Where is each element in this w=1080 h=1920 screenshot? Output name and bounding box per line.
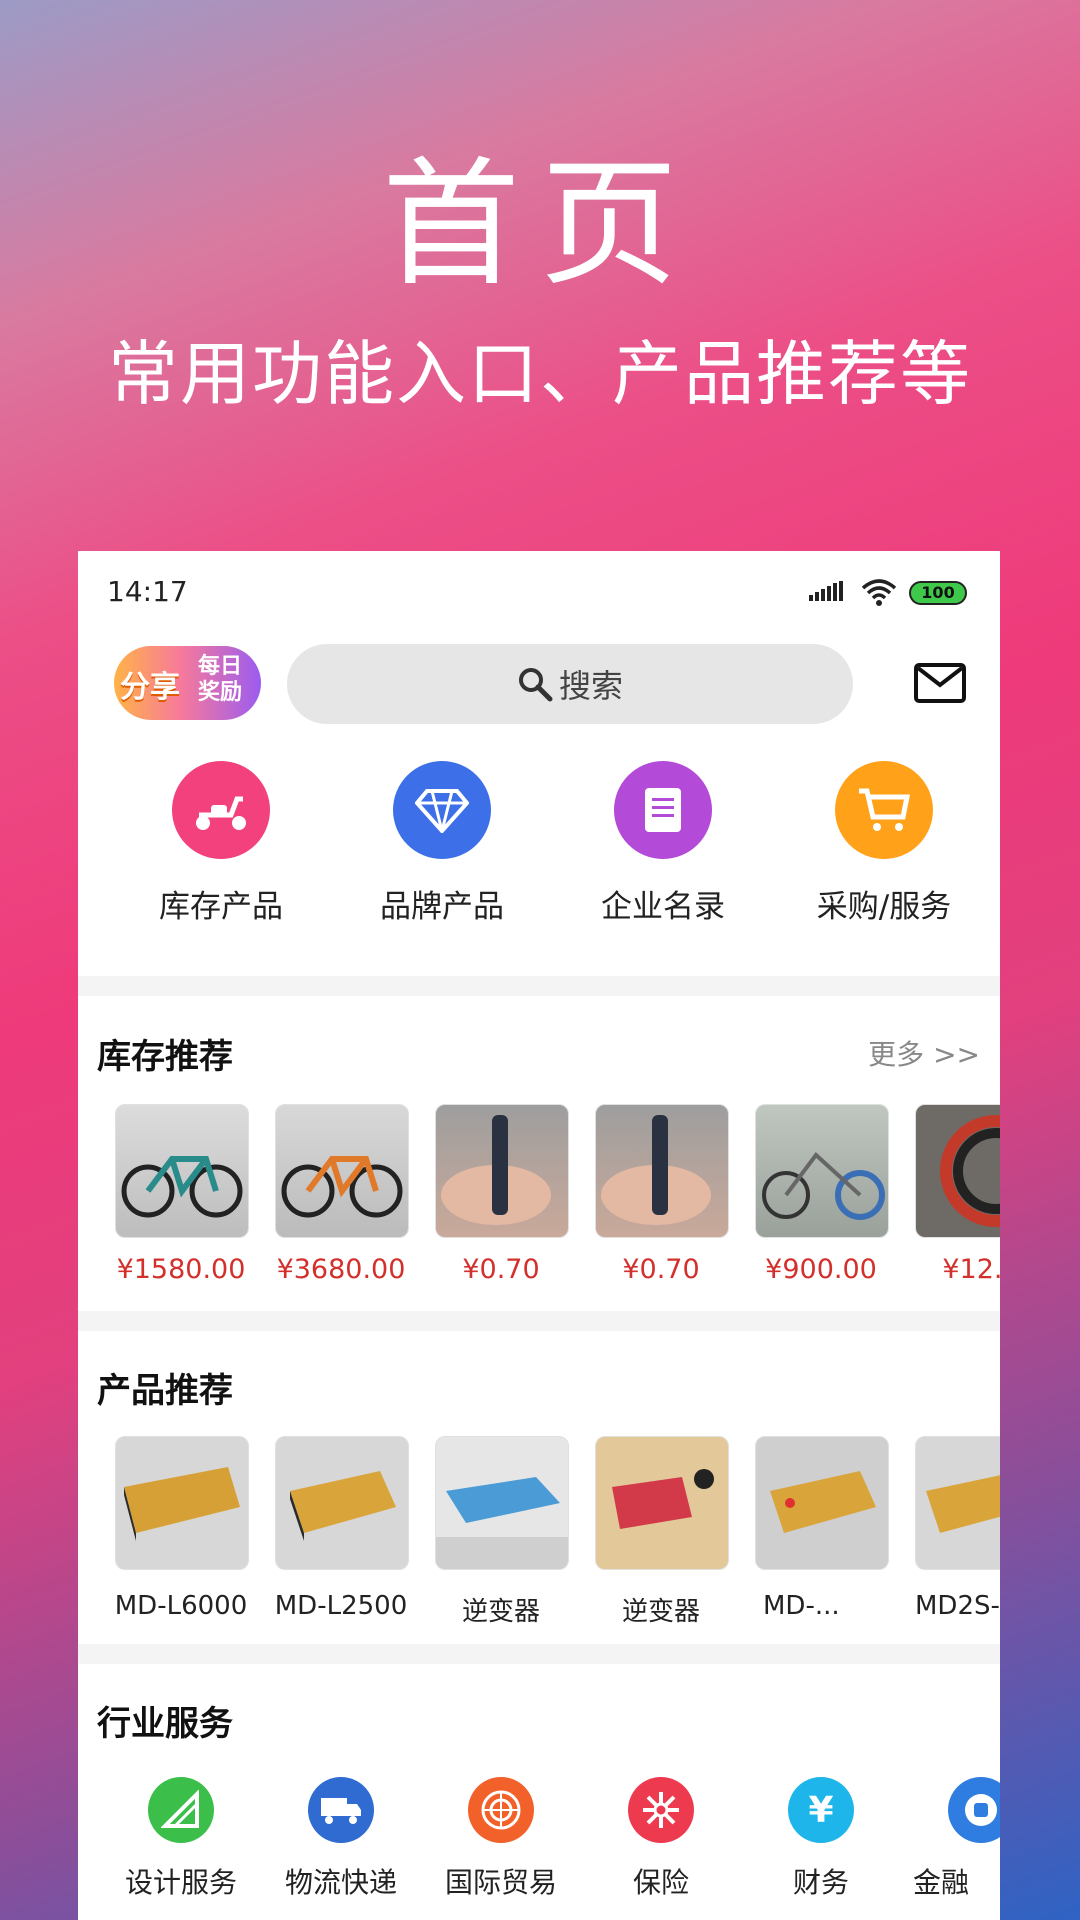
product-item-name: 逆变器 xyxy=(621,1597,700,1627)
search-bar[interactable]: 搜索 xyxy=(287,644,853,724)
yen-icon[interactable]: ¥ xyxy=(788,1777,854,1843)
inverter-gold-image xyxy=(124,1467,240,1541)
quick-entry-grid: 库存产品 品牌产品 企业名录 采购/服务 xyxy=(78,761,1000,961)
status-time: 14:17 xyxy=(107,575,188,608)
section-divider xyxy=(78,1311,1000,1331)
service-label: 金融 xyxy=(913,1866,970,1899)
inventory-item-image[interactable] xyxy=(435,1104,569,1238)
search-icon xyxy=(518,668,553,702)
service-label: 保险 xyxy=(632,1866,689,1899)
inventory-item-image[interactable] xyxy=(275,1104,409,1238)
inverter-red-image xyxy=(612,1469,714,1529)
status-bar: 14:17 100 xyxy=(78,551,1000,631)
service-label: 物流快递 xyxy=(284,1866,397,1899)
product-item-name: MD-... xyxy=(763,1591,840,1621)
inventory-item-image[interactable] xyxy=(115,1104,249,1238)
inventory-item-image[interactable] xyxy=(595,1104,729,1238)
promo-title: 首页 xyxy=(381,144,698,305)
clip-part-image xyxy=(601,1115,711,1225)
quick-entry-inventory[interactable]: 库存产品 xyxy=(121,761,321,926)
product-item-image[interactable] xyxy=(755,1436,889,1570)
services-section-title: 行业服务 xyxy=(97,1704,233,1744)
product-item-image[interactable] xyxy=(915,1436,1000,1570)
section-divider xyxy=(78,1644,1000,1664)
product-item-image[interactable] xyxy=(435,1436,569,1570)
search-placeholder: 搜索 xyxy=(558,667,623,705)
inventory-item-image[interactable] xyxy=(915,1104,1000,1238)
inverter-blue-image xyxy=(436,1477,568,1569)
product-item-image[interactable] xyxy=(595,1436,729,1570)
quick-entry-directory[interactable]: 企业名录 xyxy=(563,761,763,926)
service-label: 国际贸易 xyxy=(444,1866,557,1899)
quick-entry-label: 品牌产品 xyxy=(380,889,504,925)
bicycle-green-image xyxy=(121,1156,243,1218)
globe-icon[interactable] xyxy=(468,1777,534,1843)
product-item-name: MD-L2500 xyxy=(274,1591,408,1621)
diamond-icon xyxy=(393,761,491,859)
signal-icon xyxy=(809,581,843,601)
coin-icon[interactable] xyxy=(948,1777,1000,1843)
product-item-name: 逆变器 xyxy=(461,1597,540,1627)
service-label: 财务 xyxy=(792,1866,849,1899)
battery-indicator: 100 xyxy=(909,581,967,605)
share-label: 分享 xyxy=(120,670,180,705)
umbrella-icon[interactable] xyxy=(628,1777,694,1843)
mail-icon[interactable] xyxy=(914,663,966,703)
product-item-image[interactable] xyxy=(115,1436,249,1570)
inverter-gold-image xyxy=(290,1471,396,1541)
quick-entry-label: 采购/服务 xyxy=(816,889,952,925)
inventory-item-price: ¥0.70 xyxy=(462,1254,540,1285)
phone-screen: 14:17 100 分享 每日奖励 搜索 库存产品 品牌产品 企业名录 采购/服… xyxy=(78,551,1000,1920)
quick-entry-brand[interactable]: 品牌产品 xyxy=(342,761,542,926)
truck-icon[interactable] xyxy=(308,1777,374,1843)
section-divider xyxy=(78,976,1000,996)
product-section-title: 产品推荐 xyxy=(97,1371,233,1411)
inventory-more-link[interactable]: 更多 >> xyxy=(868,1033,980,1073)
scooter-icon xyxy=(172,761,270,859)
inventory-item-price: ¥1580.00 xyxy=(116,1254,246,1285)
daily-reward-label: 每日奖励 xyxy=(198,654,243,705)
book-icon xyxy=(614,761,712,859)
product-item-name: MD2S-2 xyxy=(915,1591,1000,1621)
service-label: 设计服务 xyxy=(124,1866,237,1899)
tricycle-image xyxy=(762,1152,885,1220)
inverter-gold-image xyxy=(770,1471,876,1533)
inventory-item-price: ¥0.70 xyxy=(622,1254,700,1285)
inventory-item-price: ¥3680.00 xyxy=(276,1254,406,1285)
ruler-icon[interactable] xyxy=(148,1777,214,1843)
tire-image xyxy=(940,1115,1000,1227)
inverter-gold-image xyxy=(926,1475,1000,1533)
clip-part-image xyxy=(441,1115,551,1225)
cart-icon xyxy=(835,761,933,859)
wifi-icon xyxy=(861,579,897,606)
product-item-image[interactable] xyxy=(275,1436,409,1570)
product-item-name: MD-L6000 xyxy=(114,1591,248,1621)
quick-entry-label: 库存产品 xyxy=(159,889,283,925)
inventory-section-title: 库存推荐 xyxy=(97,1037,233,1077)
promo-subtitle: 常用功能入口、产品推荐等 xyxy=(108,333,972,415)
quick-entry-label: 企业名录 xyxy=(601,889,725,925)
inventory-item-price: ¥900.00 xyxy=(765,1254,877,1285)
bicycle-orange-image xyxy=(281,1156,403,1218)
inventory-item-price: ¥12.0 xyxy=(942,1254,1000,1285)
inventory-item-image[interactable] xyxy=(755,1104,889,1238)
share-reward-button[interactable]: 分享 每日奖励 xyxy=(114,646,261,720)
quick-entry-procurement[interactable]: 采购/服务 xyxy=(784,761,984,926)
